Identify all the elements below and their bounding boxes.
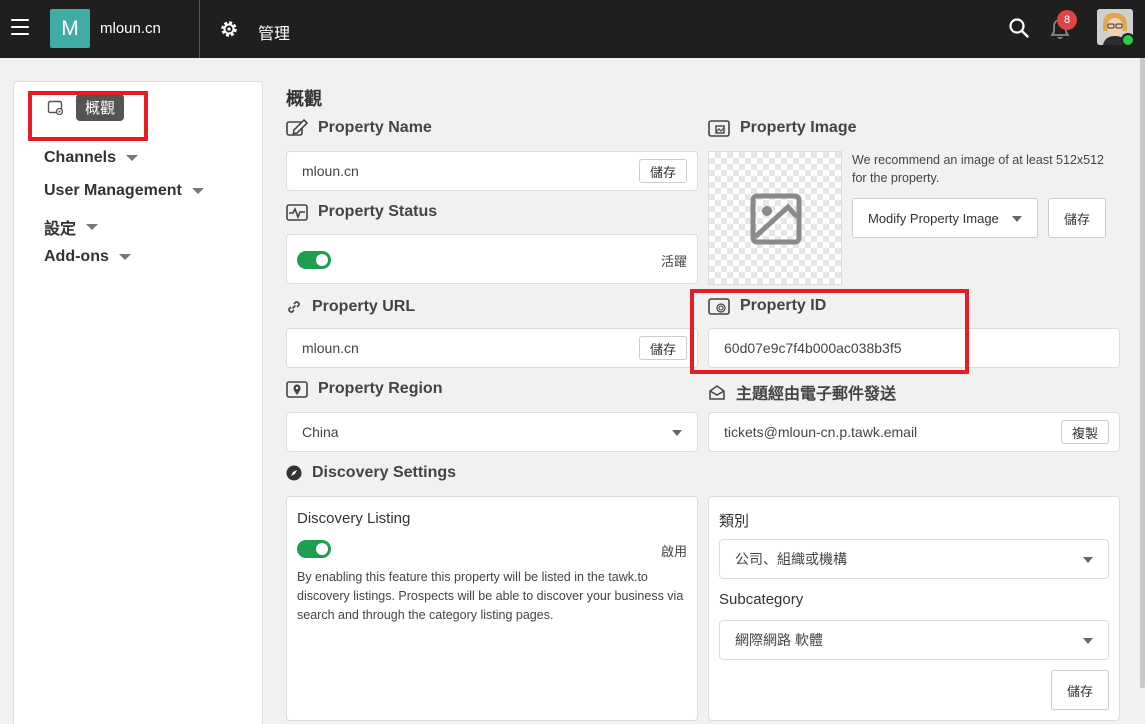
sidebar-item-label: Channels [44, 149, 117, 166]
topbar-divider [199, 0, 200, 58]
highlight-box-overview [28, 91, 148, 141]
property-region-heading: Property Region [286, 380, 442, 398]
category-save-button[interactable]: 儲存 [1051, 670, 1109, 710]
property-name-field[interactable]: mloun.cn [286, 151, 698, 191]
online-status-dot [1121, 33, 1135, 47]
sidebar-item-label: 設定 [44, 221, 77, 238]
discovery-settings-heading: Discovery Settings [286, 464, 456, 482]
property-image-hint: We recommend an image of at least 512x51… [852, 153, 1104, 185]
property-url-save-button[interactable]: 儲存 [639, 336, 687, 360]
property-name-save-button[interactable]: 儲存 [639, 159, 687, 183]
sidebar: 概觀 Channels User Management 設定 Add-ons [13, 81, 263, 724]
property-url-field[interactable]: mloun.cn [286, 328, 698, 368]
category-card: 類別 公司、組織或機構 Subcategory 網際網路 軟體 儲存 [708, 496, 1120, 721]
edit-icon [286, 119, 308, 136]
sidebar-item-label: Add-ons [44, 248, 109, 265]
caret-down-icon [191, 188, 204, 194]
caret-down-icon [126, 155, 139, 161]
scrollbar[interactable] [1140, 58, 1145, 688]
menu-icon[interactable] [11, 19, 29, 35]
sidebar-item-addons[interactable]: Add-ons [44, 248, 131, 266]
site-logo[interactable]: M [50, 9, 90, 48]
caret-down-icon [1083, 638, 1093, 644]
category-select[interactable]: 公司、組織或機構 [719, 539, 1109, 579]
discovery-listing-toggle[interactable] [297, 540, 331, 558]
property-status-toggle[interactable] [297, 251, 331, 269]
property-status-heading: Property Status [286, 203, 437, 221]
sidebar-item-user-management[interactable]: User Management [44, 182, 204, 200]
discovery-listing-description: By enabling this feature this property w… [297, 570, 684, 622]
link-icon [288, 301, 300, 313]
highlight-box-property-id [690, 289, 969, 374]
discovery-listing-title: Discovery Listing [297, 510, 411, 527]
email-copy-button[interactable]: 複製 [1061, 420, 1109, 444]
email-heading: 主題經由電子郵件發送 [708, 380, 896, 404]
subcategory-label: Subcategory [719, 591, 804, 608]
property-url-heading: Property URL [286, 298, 415, 316]
email-field[interactable]: tickets@mloun-cn.p.tawk.email [708, 412, 1120, 452]
property-status-text: 活躍 [660, 254, 687, 269]
caret-down-icon [1083, 557, 1093, 563]
caret-down-icon [118, 254, 131, 260]
gear-icon [221, 21, 237, 37]
mail-icon [709, 385, 725, 400]
property-region-select[interactable]: China [286, 412, 698, 452]
modify-property-image-button[interactable]: Modify Property Image [852, 198, 1038, 238]
page-title: 概觀 [286, 89, 322, 109]
property-image-preview[interactable] [708, 151, 842, 285]
location-icon [286, 381, 308, 398]
property-image-save-button[interactable]: 儲存 [1048, 198, 1106, 238]
category-label: 類別 [719, 513, 750, 530]
sidebar-item-channels[interactable]: Channels [44, 149, 139, 167]
compass-icon [286, 465, 302, 481]
discovery-listing-card: Discovery Listing 啟用 By enabling this fe… [286, 496, 698, 721]
sidebar-item-settings[interactable]: 設定 [44, 215, 99, 239]
section-title: 管理 [258, 26, 291, 43]
subcategory-select[interactable]: 網際網路 軟體 [719, 620, 1109, 660]
top-bar: M mloun.cn 管理 8 [0, 0, 1145, 58]
sidebar-item-label: User Management [44, 182, 182, 199]
property-image-heading: Property Image [708, 119, 856, 137]
property-status-card: 活躍 [286, 234, 698, 284]
caret-down-icon [1012, 216, 1022, 222]
site-name[interactable]: mloun.cn [100, 20, 161, 37]
image-icon [708, 120, 730, 137]
search-icon[interactable] [1008, 17, 1030, 39]
activity-icon [286, 204, 308, 221]
caret-down-icon [672, 430, 682, 436]
property-name-heading: Property Name [286, 119, 432, 137]
discovery-listing-status: 啟用 [660, 544, 687, 559]
image-placeholder-icon [750, 193, 802, 245]
notification-badge[interactable]: 8 [1057, 10, 1077, 30]
caret-down-icon [86, 224, 99, 230]
